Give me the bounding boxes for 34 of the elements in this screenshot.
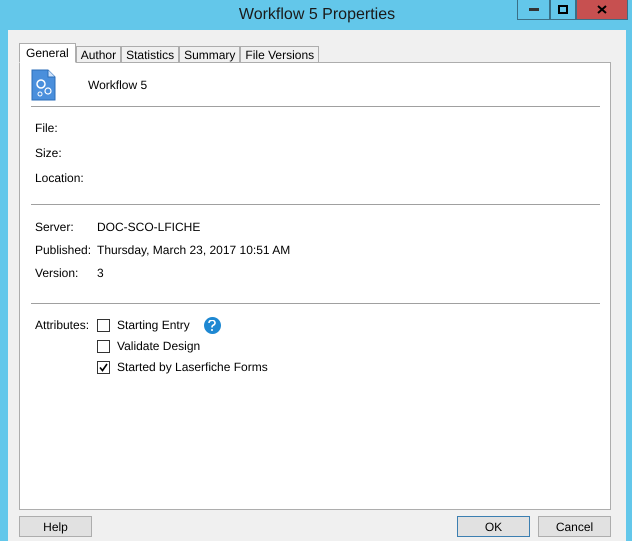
checkbox[interactable] [97, 340, 110, 352]
minimize-icon [528, 8, 538, 11]
minimize-button[interactable] [517, 0, 550, 20]
window-title: Workflow 5 Properties [238, 6, 396, 24]
field-label: Location: [35, 171, 85, 185]
tab[interactable]: File Versions [240, 46, 320, 62]
tab[interactable]: Statistics [121, 46, 180, 62]
workflow-document-icon [31, 68, 56, 100]
checkbox-label[interactable]: Started by Laserfiche Forms [117, 360, 268, 374]
tab[interactable]: General [19, 43, 76, 63]
checkbox[interactable] [97, 318, 110, 332]
maximize-icon [558, 5, 568, 14]
field-label: Attributes: [35, 318, 90, 332]
field-label: Version: [35, 266, 80, 280]
field-value: DOC-SCO-LFICHE [97, 220, 200, 234]
checkbox-label[interactable]: Starting Entry [117, 318, 190, 332]
maximize-button[interactable] [550, 0, 576, 20]
help-icon[interactable] [204, 316, 221, 334]
field-label: Size: [35, 146, 63, 160]
field-label: File: [35, 121, 59, 135]
tab[interactable]: Summary [179, 46, 240, 62]
close-icon [597, 5, 607, 14]
field-label: Published: [35, 243, 92, 257]
close-button[interactable] [576, 0, 628, 20]
workflow-name: Workflow 5 [88, 78, 148, 92]
help-button[interactable]: Help [19, 516, 92, 537]
tab[interactable]: Author [76, 46, 122, 62]
field-label: Server: [35, 220, 75, 234]
checkbox[interactable] [97, 360, 110, 374]
field-value: 3 [97, 266, 104, 280]
field-value: Thursday, March 23, 2017 10:51 AM [97, 243, 290, 257]
dialog-button[interactable]: Cancel [538, 516, 611, 537]
checkbox-label[interactable]: Validate Design [117, 339, 200, 353]
dialog-button[interactable]: OK [457, 516, 530, 537]
